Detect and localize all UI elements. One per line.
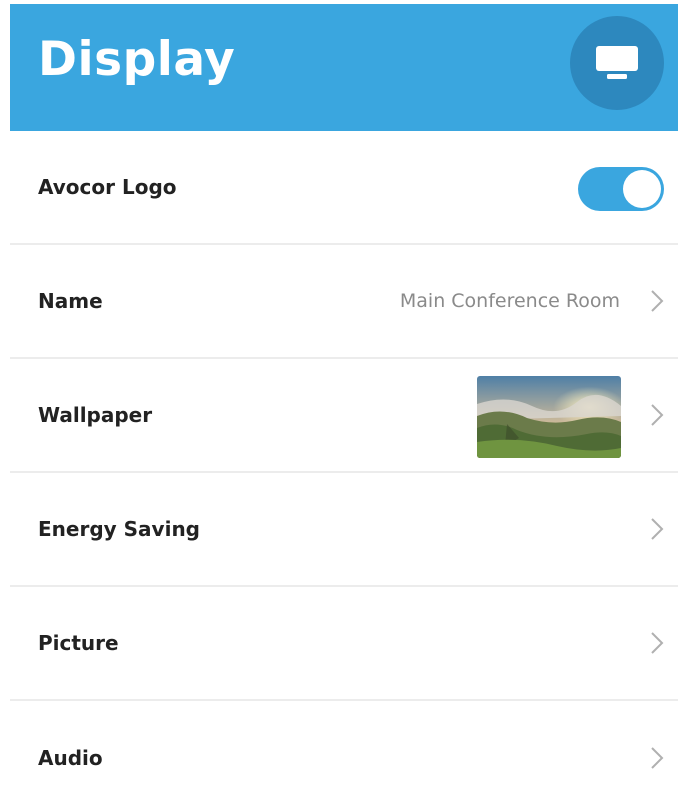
display-settings-panel: Display Avocor Logo Name Main Conference… [10, 4, 678, 786]
row-label-avocor-logo: Avocor Logo [38, 175, 177, 199]
chevron-right-icon [651, 518, 664, 540]
row-label-audio: Audio [38, 746, 103, 770]
row-energy-saving[interactable]: Energy Saving [10, 473, 678, 587]
toggle-knob [623, 170, 661, 208]
name-value: Main Conference Room [399, 290, 620, 312]
chevron-right-icon [651, 632, 664, 654]
header-bar: Display [10, 4, 678, 131]
row-picture[interactable]: Picture [10, 587, 678, 701]
avocor-logo-toggle[interactable] [578, 167, 664, 211]
row-avocor-logo: Avocor Logo [10, 131, 678, 245]
chevron-right-icon [651, 747, 664, 769]
monitor-icon [596, 46, 638, 79]
row-label-picture: Picture [38, 631, 119, 655]
row-label-energy-saving: Energy Saving [38, 517, 200, 541]
row-name[interactable]: Name Main Conference Room [10, 245, 678, 359]
row-label-name: Name [38, 289, 103, 313]
row-label-wallpaper: Wallpaper [38, 403, 153, 427]
monitor-icon-button[interactable] [570, 16, 664, 110]
chevron-right-icon [651, 404, 664, 426]
chevron-right-icon [651, 290, 664, 312]
row-wallpaper[interactable]: Wallpaper [10, 359, 678, 473]
page-title: Display [38, 32, 236, 87]
row-audio[interactable]: Audio [10, 701, 678, 786]
wallpaper-thumbnail[interactable] [477, 376, 621, 458]
